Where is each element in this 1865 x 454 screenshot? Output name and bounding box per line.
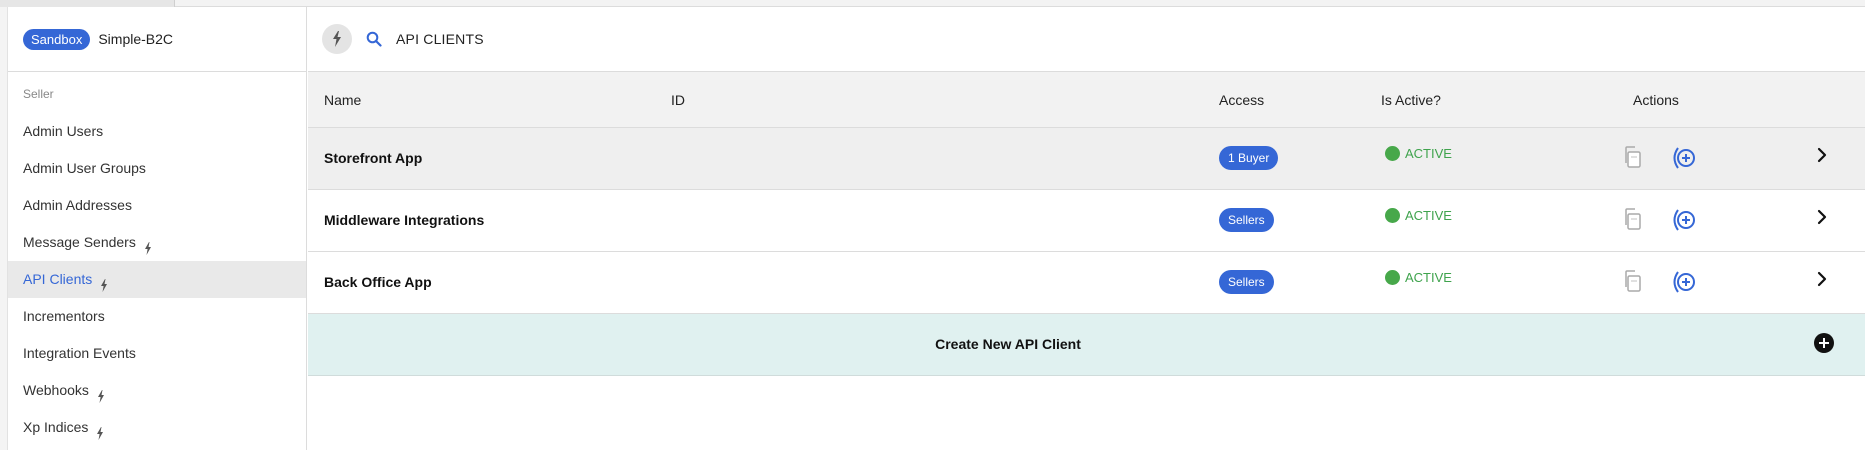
sidebar-item-xp-indices[interactable]: Xp Indices [8,409,306,446]
table-body: Storefront App 1 Buyer ACTIVE Middleware In… [308,128,1865,314]
chevron-right-icon[interactable] [1815,147,1829,166]
sidebar-item-admin-addresses[interactable]: Admin Addresses [8,187,306,224]
left-edge-rail [0,7,8,450]
status-text: ACTIVE [1405,270,1452,285]
table-row[interactable]: Middleware Integrations Sellers ACTIVE [308,190,1865,252]
sidebar-item-label: API Clients [23,271,93,287]
plus-circle-icon[interactable] [1813,332,1835,359]
table-header: Name ID Access Is Active? Actions [308,72,1865,128]
active-dot-icon [1385,146,1400,161]
top-tab-stub[interactable] [0,0,175,7]
column-header-name[interactable]: Name [324,92,361,108]
column-header-id[interactable]: ID [671,92,685,108]
client-name[interactable]: Storefront App [324,150,422,166]
copy-icon[interactable] [1622,269,1642,296]
environment-badge[interactable]: Sandbox [23,28,91,50]
sidebar-item-label: Admin User Groups [23,160,146,176]
copy-icon[interactable] [1622,145,1642,172]
access-badge[interactable]: Sellers [1219,208,1274,232]
sidebar-item-label: Message Senders [23,234,136,250]
status-text: ACTIVE [1405,208,1452,223]
bolt-icon[interactable] [322,24,352,54]
add-assignment-icon[interactable] [1670,207,1698,236]
sidebar-item-incrementors[interactable]: Incrementors [8,298,306,335]
sidebar-item-message-senders[interactable]: Message Senders [8,224,306,261]
sidebar-nav-list: Admin Users Admin User Groups Admin Addres… [8,113,306,446]
copy-icon[interactable] [1622,207,1642,234]
access-badge[interactable]: Sellers [1219,270,1274,294]
table-row[interactable]: Back Office App Sellers ACTIVE [308,252,1865,314]
sidebar-item-label: Admin Addresses [23,197,132,213]
add-assignment-icon[interactable] [1670,145,1698,174]
status-indicator: ACTIVE [1385,146,1452,161]
client-name[interactable]: Middleware Integrations [324,212,484,228]
sidebar-item-label: Xp Indices [23,419,89,435]
sidebar-item-api-clients[interactable]: API Clients [8,261,306,298]
chevron-right-icon[interactable] [1815,271,1829,290]
sidebar-item-admin-user-groups[interactable]: Admin User Groups [8,150,306,187]
bolt-icon [96,417,104,454]
chevron-right-icon[interactable] [1815,209,1829,228]
create-api-client-label[interactable]: Create New API Client [308,336,1708,352]
column-header-actions: Actions [1633,92,1679,108]
sidebar-item-webhooks[interactable]: Webhooks [8,372,306,409]
sidebar-item-integration-events[interactable]: Integration Events [8,335,306,372]
status-indicator: ACTIVE [1385,208,1452,223]
access-badge[interactable]: 1 Buyer [1219,146,1279,170]
active-dot-icon [1385,270,1400,285]
marketplace-name[interactable]: Simple-B2C [98,31,173,47]
table-row[interactable]: Storefront App 1 Buyer ACTIVE [308,128,1865,190]
sidebar-section-label: Seller [23,87,54,101]
browser-top-strip [0,0,1865,7]
column-header-access[interactable]: Access [1219,92,1264,108]
page-title: API CLIENTS [396,31,484,47]
sidebar-item-label: Integration Events [23,345,136,361]
status-indicator: ACTIVE [1385,270,1452,285]
active-dot-icon [1385,208,1400,223]
create-api-client-row[interactable]: Create New API Client [308,314,1865,376]
sidebar-item-label: Admin Users [23,123,104,139]
sidebar: Sandbox Simple-B2C Seller Admin Users Adm… [8,7,307,450]
add-assignment-icon[interactable] [1670,269,1698,298]
column-header-is-active[interactable]: Is Active? [1381,92,1441,108]
client-name[interactable]: Back Office App [324,274,432,290]
context-selector[interactable]: Sandbox Simple-B2C [8,7,306,72]
main-panel: API CLIENTS Name ID Access Is Active? Ac… [308,7,1865,450]
search-icon[interactable] [366,31,382,47]
sidebar-item-label: Incrementors [23,308,105,324]
status-text: ACTIVE [1405,146,1452,161]
page-header: API CLIENTS [308,7,1865,72]
sidebar-item-label: Webhooks [23,382,89,398]
sidebar-item-admin-users[interactable]: Admin Users [8,113,306,150]
